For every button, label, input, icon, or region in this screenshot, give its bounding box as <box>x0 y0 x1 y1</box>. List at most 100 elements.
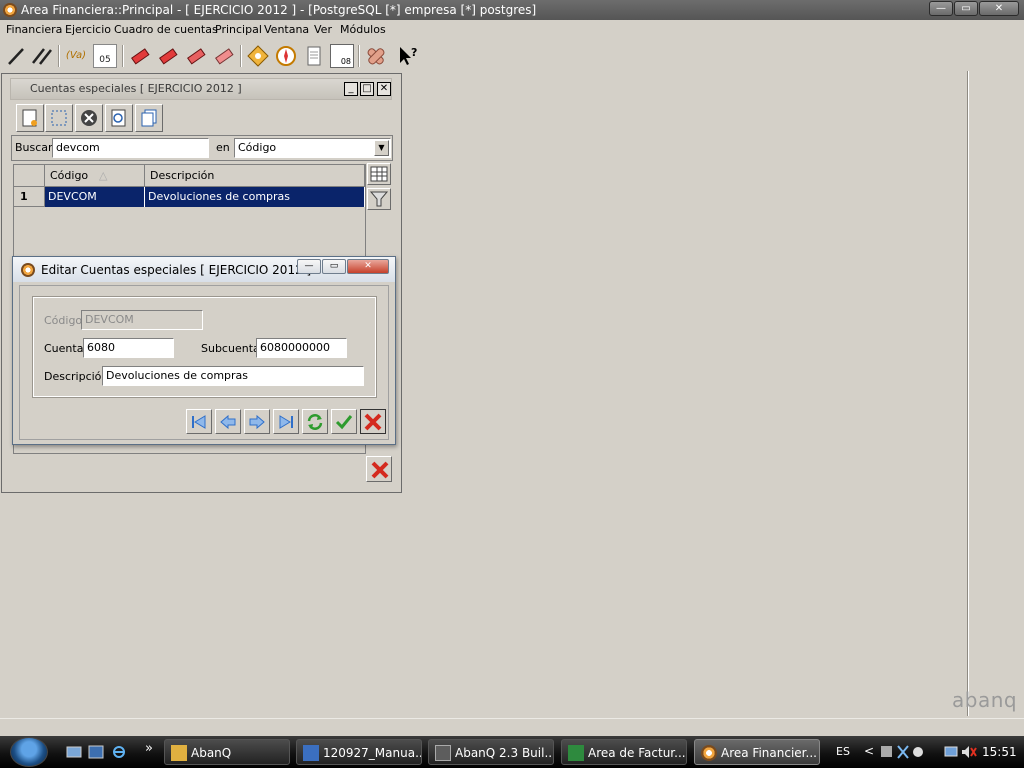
area-facturacion-icon <box>568 745 584 761</box>
edit-form-frame: Código DEVCOM Cuenta 6080 Subcuenta 6080… <box>32 296 377 398</box>
cuentas-maximize-button[interactable]: □ <box>360 82 374 96</box>
dialog-restore-button[interactable]: ▭ <box>322 259 346 274</box>
column-header-descripcion[interactable]: Descripción <box>145 165 365 187</box>
document-08-icon[interactable]: 08 <box>330 44 354 68</box>
show-hidden-icons[interactable]: < <box>864 744 874 758</box>
calendar-icon[interactable]: 05 <box>93 44 117 68</box>
menu-cuadro-de-cuentas[interactable]: Cuadro de cuentas <box>114 23 218 36</box>
taskbar-button-abanq-build[interactable]: AbanQ 2.3 Buil... <box>428 739 554 765</box>
select-frame-icon <box>51 110 67 126</box>
cuenta-field[interactable]: 6080 <box>83 338 174 358</box>
whats-this-icon[interactable]: ? <box>396 44 420 68</box>
show-desktop-icon[interactable] <box>66 745 82 759</box>
clock[interactable]: 15:51 <box>982 745 1017 759</box>
chevron-down-icon[interactable]: ▼ <box>374 140 389 156</box>
eraser-icon[interactable] <box>212 44 236 68</box>
dialog-close-button[interactable]: ✕ <box>347 259 389 274</box>
task-label: Area de Factur... <box>588 746 686 760</box>
edit-dialog-titlebar: Editar Cuentas especiales [ EJERCICIO 20… <box>13 257 395 282</box>
new-record-icon <box>22 109 37 127</box>
taskbar-button-manual[interactable]: 120927_Manua... <box>296 739 422 765</box>
next-record-button[interactable] <box>244 409 270 434</box>
panel-divider[interactable] <box>967 71 969 716</box>
tray-network-volume[interactable] <box>944 744 978 760</box>
search-bar: Buscar devcom en Código ▼ <box>11 135 393 161</box>
search-field-value: Código <box>238 141 277 154</box>
search-field-select[interactable]: Código ▼ <box>234 138 391 158</box>
restore-button[interactable]: ▭ <box>954 1 978 16</box>
eraser-icon[interactable] <box>156 44 180 68</box>
word-document-icon <box>303 745 319 761</box>
filter-button[interactable] <box>367 188 391 210</box>
close-form-button[interactable] <box>366 456 392 482</box>
toolbar-separator <box>358 45 360 67</box>
search-in-label: en <box>216 141 230 154</box>
double-pen-icon[interactable] <box>30 44 54 68</box>
menu-ventana[interactable]: Ventana <box>264 23 309 36</box>
abanq-build-icon <box>435 745 451 761</box>
refresh-icon <box>307 414 323 430</box>
new-record-button[interactable] <box>16 104 44 132</box>
document-icon[interactable] <box>302 44 326 68</box>
first-record-button[interactable] <box>186 409 212 434</box>
search-input[interactable]: devcom <box>52 138 209 158</box>
menu-principal[interactable]: Principal <box>215 23 262 36</box>
gear-diamond-icon[interactable] <box>246 44 270 68</box>
quicklaunch-more[interactable]: » <box>145 741 153 756</box>
cuentas-close-button[interactable]: ✕ <box>377 82 391 96</box>
minimize-button[interactable]: — <box>929 1 953 16</box>
row-number[interactable]: 1 <box>14 187 45 207</box>
column-header-codigo[interactable]: Código △ <box>45 165 145 187</box>
taskbar-button-area-financiera[interactable]: Area Financier... <box>694 739 820 765</box>
dialog-minimize-button[interactable]: — <box>297 259 321 274</box>
abanq-app-icon <box>701 745 717 761</box>
cuentas-minimize-button[interactable]: _ <box>344 82 358 96</box>
switch-windows-icon[interactable] <box>88 745 104 759</box>
edit-record-button[interactable] <box>45 104 73 132</box>
network-icon <box>944 746 958 757</box>
tray-icons[interactable] <box>880 744 940 760</box>
descripcion-field[interactable]: Devoluciones de compras <box>102 366 364 386</box>
cuenta-label: Cuenta <box>44 342 84 355</box>
eraser-icon[interactable] <box>184 44 208 68</box>
refresh-button[interactable] <box>302 409 328 434</box>
close-window-button[interactable]: ✕ <box>979 1 1019 16</box>
bandage-icon[interactable] <box>364 44 388 68</box>
task-label: AbanQ 2.3 Buil... <box>455 746 554 760</box>
compass-icon[interactable] <box>274 44 298 68</box>
taskbar-button-abanq[interactable]: AbanQ <box>164 739 290 765</box>
pen-icon[interactable] <box>4 44 28 68</box>
cuentas-window-title: Cuentas especiales [ EJERCICIO 2012 ] <box>30 82 242 95</box>
taskbar: » AbanQ 120927_Manua... AbanQ 2.3 Buil..… <box>0 736 1024 768</box>
volume-muted-icon <box>970 747 977 757</box>
menu-financiera[interactable]: Financiera <box>6 23 62 36</box>
task-label: AbanQ <box>191 746 232 760</box>
cell-codigo[interactable]: DEVCOM <box>45 187 145 207</box>
last-record-button[interactable] <box>273 409 299 434</box>
cancel-button[interactable] <box>360 409 386 434</box>
toolbar-separator <box>58 45 60 67</box>
table-view-button[interactable] <box>367 163 391 185</box>
copy-record-button[interactable] <box>135 104 163 132</box>
edit-dialog-title: Editar Cuentas especiales [ EJERCICIO 20… <box>41 263 312 277</box>
menu-modulos[interactable]: Módulos <box>340 23 386 36</box>
abanq-app-icon <box>3 3 17 17</box>
start-button[interactable] <box>10 737 48 767</box>
language-indicator[interactable]: ES <box>836 745 850 758</box>
internet-explorer-icon[interactable] <box>111 745 127 759</box>
subcuenta-label: Subcuenta <box>201 342 260 355</box>
previous-record-button[interactable] <box>215 409 241 434</box>
search-label: Buscar <box>15 141 53 154</box>
formula-icon[interactable]: (Va) <box>64 44 88 68</box>
cell-descripcion[interactable]: Devoluciones de compras <box>145 187 365 207</box>
main-toolbar: (Va) 05 08 ? <box>0 41 1024 71</box>
accept-button[interactable] <box>331 409 357 434</box>
menu-ejercicio[interactable]: Ejercicio <box>65 23 111 36</box>
status-bar <box>0 718 1024 736</box>
subcuenta-field[interactable]: 6080000000 <box>256 338 347 358</box>
delete-record-button[interactable] <box>75 104 103 132</box>
taskbar-button-area-facturacion[interactable]: Area de Factur... <box>561 739 687 765</box>
eraser-icon[interactable] <box>128 44 152 68</box>
view-record-button[interactable] <box>105 104 133 132</box>
menu-ver[interactable]: Ver <box>314 23 332 36</box>
